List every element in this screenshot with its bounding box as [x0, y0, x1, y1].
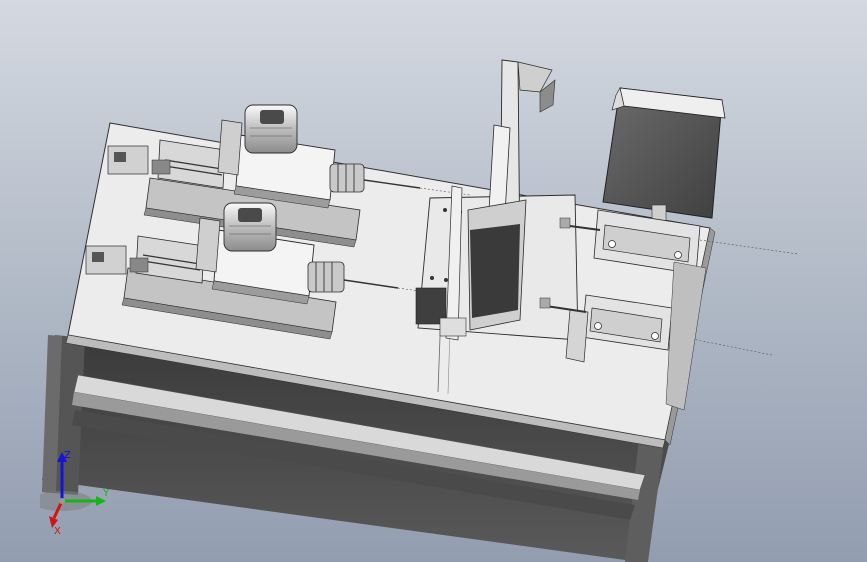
stepper-motor-box[interactable]: [602, 87, 726, 228]
y-axis-label: Y: [102, 488, 110, 499]
x-axis-label: X: [54, 526, 61, 536]
z-axis-label: Z: [64, 450, 71, 461]
graphics-viewport[interactable]: Z Y X: [0, 0, 867, 562]
center-fixture[interactable]: [415, 59, 579, 341]
coordinate-triad: Z Y X: [32, 446, 120, 537]
assembly-model[interactable]: [0, 0, 867, 562]
